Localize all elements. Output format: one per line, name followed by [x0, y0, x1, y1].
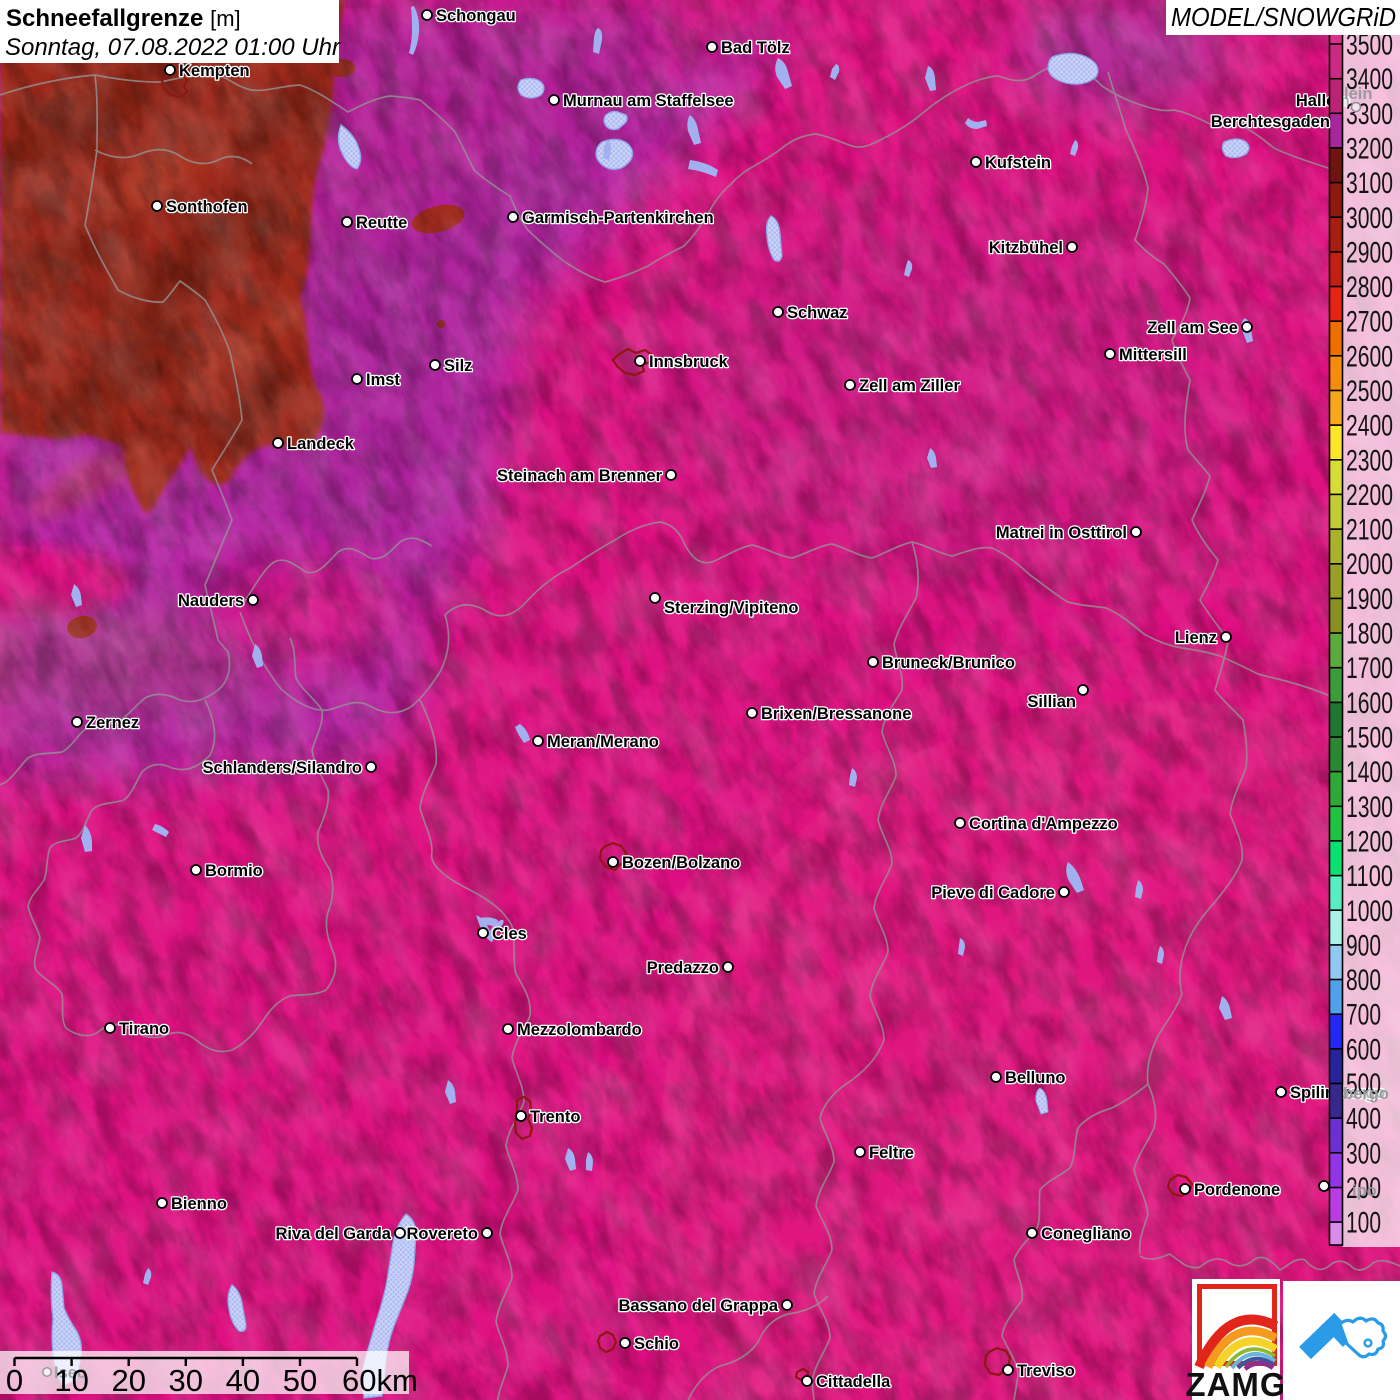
svg-text:Mezzolombardo: Mezzolombardo — [517, 1021, 642, 1039]
svg-text:Cittadella: Cittadella — [816, 1373, 891, 1391]
svg-text:2500: 2500 — [1346, 375, 1393, 408]
svg-text:Conegliano: Conegliano — [1041, 1225, 1131, 1243]
svg-text:0: 0 — [6, 1363, 23, 1398]
svg-text:bergo: bergo — [1343, 1085, 1389, 1103]
svg-text:1600: 1600 — [1346, 687, 1393, 720]
svg-text:1000: 1000 — [1346, 895, 1393, 928]
svg-text:1400: 1400 — [1346, 756, 1393, 789]
svg-text:Reutte: Reutte — [356, 214, 407, 232]
svg-text:Feltre: Feltre — [869, 1144, 914, 1162]
svg-text:Landeck: Landeck — [287, 435, 355, 453]
svg-text:Bozen/Bolzano: Bozen/Bolzano — [622, 854, 740, 872]
svg-text:ZAMG: ZAMG — [1185, 1366, 1286, 1400]
svg-text:30: 30 — [169, 1363, 203, 1398]
svg-text:Bienno: Bienno — [171, 1195, 227, 1213]
svg-text:Riva del Garda: Riva del Garda — [275, 1225, 391, 1243]
svg-text:Belluno: Belluno — [1005, 1069, 1066, 1087]
svg-text:Sonthofen: Sonthofen — [166, 198, 248, 216]
svg-text:Brixen/Bressanone: Brixen/Bressanone — [761, 705, 911, 723]
svg-text:900: 900 — [1346, 929, 1381, 962]
svg-text:Zell am See: Zell am See — [1147, 319, 1238, 337]
svg-text:Matrei in Osttirol: Matrei in Osttirol — [996, 524, 1127, 542]
svg-text:Pieve di Cadore: Pieve di Cadore — [931, 884, 1055, 902]
svg-text:Zernez: Zernez — [86, 714, 139, 732]
svg-text:Lienz: Lienz — [1175, 629, 1217, 647]
svg-text:Meran/Merano: Meran/Merano — [547, 733, 659, 751]
svg-text:20: 20 — [111, 1363, 145, 1398]
svg-text:1900: 1900 — [1346, 583, 1393, 616]
svg-text:600: 600 — [1346, 1033, 1381, 1066]
svg-text:1200: 1200 — [1346, 825, 1393, 858]
svg-text:Mittersill: Mittersill — [1119, 346, 1187, 364]
svg-text:2200: 2200 — [1346, 479, 1393, 512]
svg-text:3100: 3100 — [1346, 167, 1393, 200]
svg-text:300: 300 — [1346, 1137, 1381, 1170]
svg-text:Schongau: Schongau — [436, 7, 516, 25]
svg-text:400: 400 — [1346, 1103, 1381, 1136]
svg-text:MODEL/SNOWGRiD: MODEL/SNOWGRiD — [1171, 2, 1396, 32]
svg-text:2900: 2900 — [1346, 236, 1393, 269]
svg-text:100: 100 — [1346, 1207, 1381, 1240]
svg-text:Kempten: Kempten — [179, 62, 250, 80]
svg-text:Sillian: Sillian — [1027, 693, 1076, 711]
svg-text:Sonntag, 07.08.2022 01:00 Uhr: Sonntag, 07.08.2022 01:00 Uhr — [5, 34, 341, 61]
svg-text:1700: 1700 — [1346, 652, 1393, 685]
svg-text:2400: 2400 — [1346, 410, 1393, 443]
svg-text:50: 50 — [283, 1363, 317, 1398]
svg-text:ipo: ipo — [1352, 1182, 1377, 1200]
svg-text:Rovereto: Rovereto — [406, 1225, 478, 1243]
svg-text:Bormio: Bormio — [205, 862, 263, 880]
svg-text:2000: 2000 — [1346, 548, 1393, 581]
svg-text:3200: 3200 — [1346, 132, 1393, 165]
svg-text:Tirano: Tirano — [119, 1020, 169, 1038]
svg-text:Trento: Trento — [530, 1108, 580, 1126]
svg-text:1100: 1100 — [1346, 860, 1393, 893]
svg-text:Schwaz: Schwaz — [787, 304, 848, 322]
svg-text:Schlanders/Silandro: Schlanders/Silandro — [202, 759, 362, 777]
svg-text:2700: 2700 — [1346, 306, 1393, 339]
svg-text:Pordenone: Pordenone — [1194, 1181, 1280, 1199]
svg-text:10: 10 — [54, 1363, 88, 1398]
svg-text:Cles: Cles — [492, 925, 527, 943]
svg-text:Murnau am Staffelsee: Murnau am Staffelsee — [563, 92, 734, 110]
svg-text:2600: 2600 — [1346, 340, 1393, 373]
svg-text:2300: 2300 — [1346, 444, 1393, 477]
svg-text:Bruneck/Brunico: Bruneck/Brunico — [882, 654, 1015, 672]
svg-text:Kufstein: Kufstein — [985, 154, 1051, 172]
svg-text:Sterzing/Vipiteno: Sterzing/Vipiteno — [664, 599, 798, 617]
svg-text:Predazzo: Predazzo — [647, 959, 719, 977]
svg-text:1300: 1300 — [1346, 791, 1393, 824]
svg-text:1500: 1500 — [1346, 722, 1393, 755]
svg-text:Schio: Schio — [634, 1335, 679, 1353]
svg-text:3000: 3000 — [1346, 202, 1393, 235]
svg-text:Bassano del Grappa: Bassano del Grappa — [618, 1297, 778, 1315]
svg-text:700: 700 — [1346, 999, 1381, 1032]
svg-text:40: 40 — [226, 1363, 260, 1398]
svg-text:Kitzbühel: Kitzbühel — [989, 239, 1063, 257]
svg-text:Berchtesgaden: Berchtesgaden — [1211, 113, 1330, 131]
svg-text:Innsbruck: Innsbruck — [649, 353, 729, 371]
svg-text:800: 800 — [1346, 964, 1381, 997]
svg-text:Imst: Imst — [366, 371, 400, 389]
svg-text:Garmisch-Partenkirchen: Garmisch-Partenkirchen — [522, 209, 714, 227]
svg-text:60km: 60km — [342, 1363, 418, 1398]
svg-text:Silz: Silz — [444, 357, 472, 375]
svg-text:Treviso: Treviso — [1017, 1362, 1075, 1380]
svg-text:Nauders: Nauders — [178, 592, 244, 610]
svg-text:Cortina d'Ampezzo: Cortina d'Ampezzo — [969, 815, 1118, 833]
svg-text:lein: lein — [1344, 85, 1372, 103]
svg-text:2100: 2100 — [1346, 514, 1393, 547]
svg-text:Schneefallgrenze [m]: Schneefallgrenze [m] — [6, 5, 241, 32]
svg-text:Bad Tölz: Bad Tölz — [721, 39, 790, 57]
svg-text:Zell am Ziller: Zell am Ziller — [859, 377, 960, 395]
svg-text:Steinach am Brenner: Steinach am Brenner — [497, 467, 663, 485]
svg-text:1800: 1800 — [1346, 618, 1393, 651]
svg-text:2800: 2800 — [1346, 271, 1393, 304]
